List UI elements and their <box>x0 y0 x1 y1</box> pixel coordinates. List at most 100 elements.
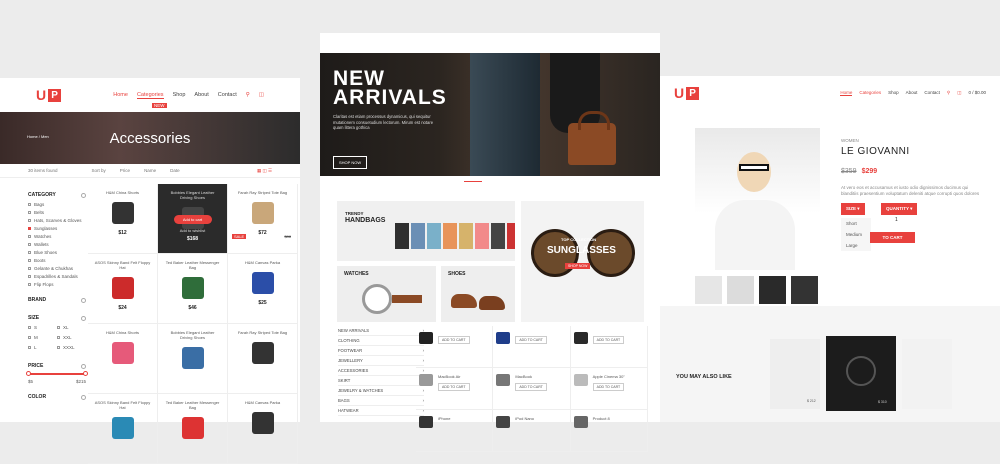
size-option[interactable]: Short <box>841 218 871 229</box>
shoes-category-tile[interactable]: SHOES <box>441 266 515 322</box>
product-thumbnail[interactable] <box>419 374 433 386</box>
size-option[interactable]: Large <box>841 240 871 251</box>
filter-option[interactable]: Espadrilles & Sandals <box>28 274 86 279</box>
category-menu-item[interactable]: NEW ARRIVALS › <box>338 326 424 336</box>
filter-option[interactable]: Wallets <box>28 242 86 247</box>
checkbox[interactable] <box>28 235 31 238</box>
checkbox[interactable] <box>28 243 31 246</box>
size-option[interactable]: XL <box>57 325 86 330</box>
checkbox[interactable] <box>57 326 60 329</box>
product-card[interactable]: H&M Canvas Parka <box>228 394 298 464</box>
size-option[interactable]: M <box>28 335 57 340</box>
logo[interactable]: UP <box>674 85 700 101</box>
product-image[interactable] <box>251 272 274 294</box>
product-list-item[interactable]: MacBook ADD TO CART <box>493 368 571 410</box>
checkbox[interactable] <box>57 346 60 349</box>
category-menu-item[interactable]: HATWEAR › <box>338 406 424 416</box>
product-name[interactable]: ASOS Skinny Band Felt Floppy Hat <box>88 400 157 410</box>
size-option[interactable]: XXXL <box>57 345 86 350</box>
product-thumbnail[interactable] <box>573 416 588 428</box>
product-thumbnail[interactable] <box>496 416 511 428</box>
product-image[interactable] <box>111 202 134 224</box>
sort-name[interactable]: Name <box>144 168 156 173</box>
related-product-image[interactable] <box>902 339 952 409</box>
product-card[interactable]: H&M Canvas Parka $25 <box>228 254 298 324</box>
nav-categories[interactable]: Categories <box>859 90 881 96</box>
filter-option[interactable]: Belts <box>28 210 86 215</box>
add-to-cart-button[interactable]: ADD TO CART <box>515 336 547 344</box>
filter-price-heading[interactable]: PRICE <box>28 363 86 369</box>
product-card[interactable]: ASOS Skinny Band Felt Floppy Hat <box>88 394 158 464</box>
product-card[interactable]: Ted Baker Leather Messenger Bag $46 <box>158 254 228 324</box>
product-name[interactable]: Product 8 <box>593 416 645 421</box>
category-menu-item[interactable]: JEWELLERY › <box>338 356 424 366</box>
sunglasses-category-tile[interactable]: TOP COLLECTION SUNGLASSES SHOP NOW <box>521 201 644 322</box>
add-to-cart-button[interactable]: ADD TO CART <box>515 383 547 391</box>
checkbox[interactable] <box>28 336 31 339</box>
checkbox[interactable] <box>28 259 31 262</box>
product-name[interactable]: iPod Nano <box>515 416 567 421</box>
product-card[interactable]: ASOS Skinny Band Felt Floppy Hat $24 <box>88 254 158 324</box>
product-name[interactable]: Ted Baker Leather Messenger Bag <box>158 400 227 410</box>
sort-date[interactable]: Date <box>170 168 180 173</box>
product-list-item[interactable]: ADD TO CART <box>570 326 648 368</box>
product-image[interactable] <box>111 277 134 299</box>
product-name[interactable]: MacBook <box>515 374 567 379</box>
filter-option[interactable]: Gelante & Chukhas <box>28 266 86 271</box>
checkbox[interactable] <box>28 203 31 206</box>
product-image[interactable] <box>181 417 204 439</box>
checkbox[interactable] <box>57 336 60 339</box>
sunglasses-shop-now-button[interactable]: SHOP NOW <box>565 263 591 269</box>
related-product-image[interactable]: $ 310 <box>826 336 896 411</box>
checkbox[interactable] <box>28 227 31 230</box>
product-image[interactable] <box>111 417 134 439</box>
size-option[interactable]: Medium <box>841 229 871 240</box>
collapse-icon[interactable] <box>81 315 86 321</box>
add-to-cart-button[interactable]: ADD TO CART <box>592 383 625 391</box>
product-name[interactable]: H&M China Shorts <box>88 330 157 335</box>
checkbox[interactable] <box>28 275 31 278</box>
product-thumbnail[interactable] <box>573 374 588 386</box>
product-list-item[interactable]: ADD TO CART <box>493 326 571 368</box>
category-menu-item[interactable]: BAGS › <box>338 396 424 406</box>
product-name[interactable]: MacBook Air <box>438 374 490 379</box>
filter-size-heading[interactable]: SIZE <box>28 315 86 321</box>
product-card[interactable]: Farah Ray Striped Tote Bag <box>228 324 298 394</box>
filter-option[interactable]: Bags <box>28 202 86 207</box>
checkbox[interactable] <box>28 283 31 286</box>
product-name[interactable]: Farah Ray Striped Tote Bag <box>228 190 297 195</box>
add-to-cart-button[interactable]: ADD TO CART <box>438 336 470 344</box>
add-to-wishlist-link[interactable]: Add to wishlist <box>158 228 227 233</box>
filter-option[interactable]: Watches <box>28 234 86 239</box>
category-menu-item[interactable]: SKIRT› <box>338 376 424 386</box>
quantity-select[interactable]: QUANTITY ▾ <box>881 203 918 215</box>
cart-icon[interactable]: ◫ <box>957 90 961 96</box>
product-thumbnail[interactable] <box>419 332 433 344</box>
product-card[interactable]: H&M China Shorts $12 <box>88 184 158 254</box>
product-thumbnail[interactable] <box>496 332 511 344</box>
product-thumbnail[interactable] <box>759 276 786 304</box>
add-to-cart-button[interactable]: Add to cart <box>173 215 212 224</box>
related-product-image[interactable]: $ 212 <box>770 339 820 409</box>
product-name[interactable]: Bobbies Elegant Leather Driving Shoes <box>158 190 227 200</box>
collapse-icon[interactable] <box>81 363 86 369</box>
collapse-icon[interactable] <box>81 394 86 400</box>
checkbox[interactable] <box>28 219 31 222</box>
nav-shop[interactable]: Shop <box>888 90 899 96</box>
product-name[interactable]: H&M Canvas Parka <box>228 260 297 265</box>
category-menu-item[interactable]: CLOTHING› <box>338 336 424 346</box>
product-thumbnail[interactable] <box>791 276 818 304</box>
nav-categories[interactable]: Categories <box>136 92 164 99</box>
product-list-item[interactable]: Product 8 <box>570 410 648 452</box>
product-list-item[interactable]: iPod Nano <box>493 410 571 452</box>
filter-option[interactable]: Boots <box>28 258 86 263</box>
cart-total[interactable]: 0 / $0.00 <box>968 90 986 96</box>
filter-option[interactable]: Hats, Scarves & Gloves <box>28 218 86 223</box>
collapse-icon[interactable] <box>81 192 86 198</box>
nav-shop[interactable]: Shop <box>173 92 186 99</box>
product-list-item[interactable]: ADD TO CART <box>416 326 494 368</box>
checkbox[interactable] <box>28 326 31 329</box>
product-name[interactable]: Farah Ray Striped Tote Bag <box>228 330 297 335</box>
nav-about[interactable]: About <box>906 90 918 96</box>
sort-price[interactable]: Price <box>120 168 130 173</box>
